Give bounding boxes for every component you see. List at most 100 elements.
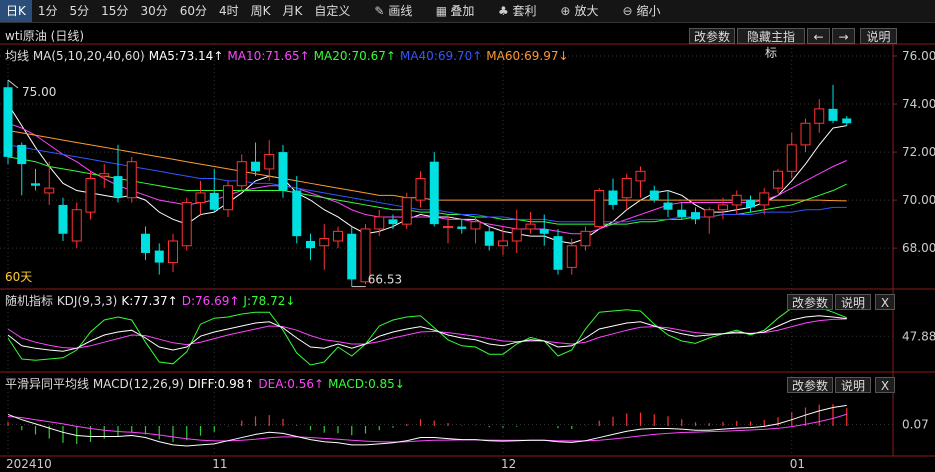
toolbar-item-label: 放大: [574, 4, 599, 18]
toolbar-item-9[interactable]: 自定义: [308, 0, 356, 22]
candle-body: [333, 230, 343, 242]
toolbar-item-icon: ⊕: [560, 4, 571, 18]
candle-body: [251, 161, 260, 172]
candle-body: [292, 190, 302, 237]
toolbar-item-label: 自定义: [314, 4, 351, 18]
candle-body: [704, 209, 715, 218]
ma-legend-value-1: MA10:71.65↑: [227, 49, 310, 63]
y-tick-label: 76.00: [902, 49, 935, 63]
toolbar-item-label: 1分: [37, 4, 58, 18]
candle-body: [236, 161, 247, 187]
candle-body: [800, 122, 811, 146]
kdj-legend-value-1: D:76.69↑: [181, 294, 240, 308]
candle-body: [828, 108, 838, 121]
toolbar-item-1[interactable]: 1分: [32, 0, 64, 22]
chart-canvas: 68.00 70.00 72.00 74.00 76.00 202410 11 12 01 75.…: [0, 43, 935, 471]
candle-body: [31, 183, 40, 186]
kdj-button-2[interactable]: X: [875, 294, 895, 310]
candle-body: [415, 178, 426, 201]
toolbar-item-icon: ✎: [374, 4, 385, 18]
candle-body: [525, 223, 536, 230]
toolbar-item-6[interactable]: 4时: [213, 0, 245, 22]
candle-body: [195, 192, 206, 204]
candle-body: [3, 87, 13, 157]
toolbar-item-2[interactable]: 5分: [64, 0, 96, 22]
candle-body: [649, 190, 659, 201]
y-tick-label: 68.00: [902, 241, 935, 255]
main-button-4[interactable]: 说明: [860, 28, 897, 44]
toolbar-item-label: 日K: [6, 4, 26, 18]
candle-body: [223, 185, 233, 211]
candle-body: [470, 221, 481, 230]
macd-legend-prefix: 平滑异同平均线 MACD(12,26,9): [5, 377, 184, 391]
toolbar-item-14[interactable]: ⊖ 缩小: [614, 0, 666, 22]
macd-legend: 平滑异同平均线 MACD(12,26,9) DIFF:0.98↑ DEA:0.56↑…: [5, 375, 409, 392]
candle-body: [539, 228, 549, 234]
main-title-text: wti原油 (日线): [5, 29, 85, 43]
kdj-line-k: [7, 315, 847, 352]
toolbar-item-13[interactable]: ⊕ 放大: [552, 0, 604, 22]
toolbar-item-0[interactable]: 日K: [0, 0, 32, 22]
toolbar-item-label: 5分: [69, 4, 90, 18]
candle-body: [209, 192, 219, 210]
x-tick-label: 202410: [6, 457, 52, 471]
macd-button-1[interactable]: 说明: [835, 377, 871, 393]
candle-body: [580, 230, 591, 247]
candle-body: [17, 144, 27, 165]
main-button-1[interactable]: 隐藏主指标: [737, 28, 805, 60]
toolbar-item-12[interactable]: ♣ 套利: [490, 0, 542, 22]
toolbar-item-label: 周K: [250, 4, 271, 18]
candle-body: [635, 170, 646, 182]
candle-body: [498, 240, 508, 247]
toolbar-item-8[interactable]: 月K: [277, 0, 309, 22]
toolbar-item-11[interactable]: ▦ 叠加: [428, 0, 480, 22]
toolbar-item-label: 月K: [282, 4, 303, 18]
macd-legend-value-1: DEA:0.56↑: [258, 377, 325, 391]
candle-body: [44, 187, 55, 194]
macd-button-2[interactable]: X: [875, 377, 895, 393]
candle-body: [691, 212, 700, 220]
candle-body: [484, 231, 494, 246]
high-label: 75.00: [22, 85, 56, 99]
candle-body: [773, 170, 783, 189]
candle-body: [677, 209, 687, 217]
kdj-button-1[interactable]: 说明: [835, 294, 871, 310]
candle-body: [306, 240, 315, 249]
toolbar-item-label: 30分: [140, 4, 168, 18]
main-button-3[interactable]: →: [832, 28, 855, 44]
candle-body: [154, 250, 164, 263]
toolbar-item-3[interactable]: 15分: [95, 0, 134, 22]
candle-body: [457, 226, 467, 229]
candle-body: [718, 204, 728, 211]
candle-body: [278, 152, 288, 191]
toolbar-item-7[interactable]: 周K: [245, 0, 277, 22]
toolbar-item-4[interactable]: 30分: [134, 0, 173, 22]
candle-body: [814, 108, 825, 124]
main-button-2[interactable]: ←: [807, 28, 830, 44]
candle-body: [374, 216, 385, 230]
kdj-legend: 随机指标 KDJ(9,3,3) K:77.37↑ D:76.69↑ J:78.72↓: [5, 292, 299, 309]
candle-body: [786, 144, 797, 172]
x-tick-label: 11: [212, 457, 227, 471]
high-marker: [7, 79, 19, 89]
main-button-0[interactable]: 改参数: [689, 28, 735, 44]
toolbar-item-5[interactable]: 60分: [174, 0, 213, 22]
kdj-button-0[interactable]: 改参数: [787, 294, 833, 310]
toolbar-item-label: 缩小: [636, 4, 661, 18]
candle-body: [168, 240, 178, 264]
macd-button-0[interactable]: 改参数: [787, 377, 833, 393]
period-label: 60天: [5, 270, 32, 284]
toolbar-item-icon: ⊖: [622, 4, 633, 18]
candle-body: [85, 178, 96, 213]
toolbar-item-icon: ♣: [498, 4, 509, 18]
kdj-legend-prefix: 随机指标 KDJ(9,3,3): [5, 294, 118, 308]
candle-body: [608, 190, 618, 205]
candle-body: [319, 238, 330, 247]
ma-legend-value-4: MA60:69.97↓: [486, 49, 569, 63]
candle-body: [99, 173, 110, 177]
low-label: 66.53: [368, 273, 402, 287]
toolbar-item-label: 叠加: [450, 4, 475, 18]
toolbar-item-label: 15分: [101, 4, 129, 18]
toolbar-item-10[interactable]: ✎ 画线: [366, 0, 418, 22]
toolbar-item-label: 画线: [388, 4, 413, 18]
